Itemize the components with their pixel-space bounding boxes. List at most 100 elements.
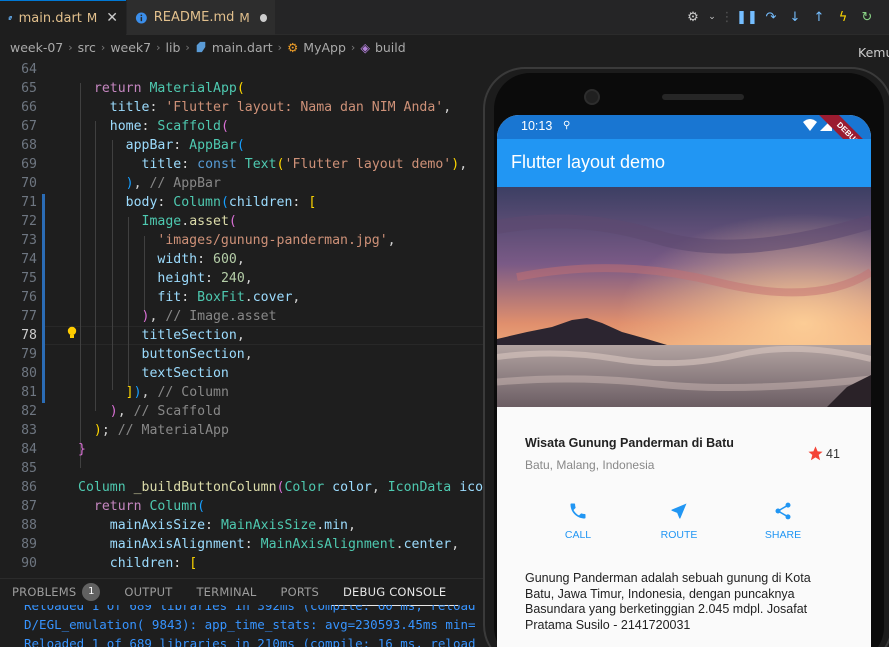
code-text: ); // MaterialApp <box>93 423 229 438</box>
tab-label: README.md <box>153 10 235 25</box>
pause-icon[interactable]: ❚❚ <box>735 6 759 28</box>
line-number: 84 <box>21 442 37 457</box>
code-text: ]), // Column <box>125 385 229 400</box>
line-number: 65 <box>21 81 37 96</box>
tab-ports[interactable]: PORTS <box>269 579 331 606</box>
chevron-right-icon: › <box>277 40 283 54</box>
star-icon[interactable] <box>807 445 824 462</box>
code-text: children: [ <box>109 556 198 571</box>
hot-reload-icon[interactable]: ϟ <box>831 6 855 28</box>
location-icon: ⚲ <box>563 120 571 131</box>
method-icon: ◈ <box>360 39 370 55</box>
line-number: 80 <box>21 366 37 381</box>
line-number: 85 <box>21 461 37 476</box>
app-bar-title: Flutter layout demo <box>511 152 666 172</box>
tab-label: OUTPUT <box>124 585 173 599</box>
code-text: buttonSection, <box>141 347 253 362</box>
star-count: 41 <box>826 447 840 461</box>
step-into-icon[interactable]: ↓ <box>783 6 807 28</box>
restart-icon[interactable]: ↻ <box>855 6 879 28</box>
breadcrumb: week-07 › src › week7 › lib › main.dart › ⚙ M… <box>0 36 800 58</box>
tab-main-dart[interactable]: main.dart M ✕ <box>0 0 126 35</box>
call-button[interactable]: CALL <box>548 501 608 541</box>
tab-label: TERMINAL <box>196 585 257 599</box>
speaker-grille <box>662 94 744 100</box>
tab-problems[interactable]: PROBLEMS 1 <box>0 579 112 606</box>
line-number: 78 <box>21 328 37 343</box>
tab-label: main.dart <box>18 10 82 26</box>
route-button[interactable]: ROUTE <box>649 501 709 541</box>
problems-count-badge: 1 <box>82 583 101 601</box>
line-number: 83 <box>21 423 37 438</box>
chevron-right-icon: › <box>350 40 356 54</box>
description-text: Gunung Panderman adalah sebuah gunung di… <box>525 571 811 632</box>
breadcrumb-item[interactable]: MyApp <box>303 40 346 55</box>
share-button[interactable]: SHARE <box>753 501 813 541</box>
wifi-icon <box>803 119 817 131</box>
code-text: title: const Text('Flutter layout demo')… <box>141 157 468 172</box>
drag-handle-icon[interactable]: ⋮ <box>719 6 735 28</box>
tab-readme[interactable]: README.md M <box>127 0 275 35</box>
button-label: CALL <box>564 529 592 541</box>
line-number: 67 <box>21 119 37 134</box>
line-number: 66 <box>21 100 37 115</box>
mountain-photo <box>497 187 871 407</box>
tab-debug-console[interactable]: DEBUG CONSOLE <box>331 579 459 606</box>
status-time: 10:13 <box>521 119 553 133</box>
step-out-icon[interactable]: ↑ <box>807 6 831 28</box>
code-text: fit: BoxFit.cover, <box>157 290 301 305</box>
line-number: 81 <box>21 385 37 400</box>
tab-terminal[interactable]: TERMINAL <box>184 579 268 606</box>
chevron-right-icon: › <box>68 40 73 54</box>
code-text: ), // AppBar <box>125 176 221 191</box>
code-text: } <box>78 442 86 457</box>
code-text: Image.asset( <box>141 214 237 229</box>
status-bar: 10:13 ⚲ DEBUG <box>497 115 871 171</box>
breadcrumb-item[interactable]: build <box>375 40 406 55</box>
editor-tab-bar: main.dart M ✕ README.md M ⚙ ⌄ ⋮ ❚❚ ↷ ↓ ↑… <box>0 0 889 35</box>
breadcrumb-item[interactable]: week7 <box>110 40 151 55</box>
line-number: 73 <box>21 233 37 248</box>
line-number: 76 <box>21 290 37 305</box>
phone-screen[interactable]: 10:13 ⚲ DEBUG Flutter layout demo Wisata… <box>497 115 871 647</box>
step-over-icon[interactable]: ↷ <box>759 6 783 28</box>
share-icon <box>775 502 791 520</box>
unsaved-dot-icon[interactable] <box>259 13 267 22</box>
class-icon: ⚙ <box>287 39 299 55</box>
button-label: ROUTE <box>660 529 698 541</box>
line-number: 79 <box>21 347 37 362</box>
code-text: appBar: AppBar( <box>125 138 245 153</box>
side-panel-label: Kemu <box>858 45 889 60</box>
code-text: return Column( <box>93 499 206 514</box>
breadcrumb-item[interactable]: week-07 <box>10 40 63 55</box>
debug-toolbar: ⚙ ⌄ ⋮ ❚❚ ↷ ↓ ↑ ϟ ↻ <box>681 6 879 28</box>
line-number: 64 <box>21 62 37 77</box>
breadcrumb-item[interactable]: main.dart <box>212 40 273 55</box>
place-name: Wisata Gunung Panderman di Batu <box>525 436 734 450</box>
line-number: 68 <box>21 138 37 153</box>
line-number: 75 <box>21 271 37 286</box>
line-number: 89 <box>21 537 37 552</box>
tab-output[interactable]: OUTPUT <box>112 579 184 606</box>
line-number: 72 <box>21 214 37 229</box>
tab-label: DEBUG CONSOLE <box>343 584 447 599</box>
line-number: 71 <box>21 195 37 210</box>
camera-icon <box>584 89 600 105</box>
line-number: 74 <box>21 252 37 267</box>
code-text: 'images/gunung-panderman.jpg', <box>157 233 396 248</box>
dart-icon <box>8 16 13 20</box>
breadcrumb-item[interactable]: src <box>78 40 96 55</box>
breadcrumb-item[interactable]: lib <box>166 40 181 55</box>
line-number: 77 <box>21 309 37 324</box>
title-section: Wisata Gunung Panderman di Batu Batu, Ma… <box>525 436 845 472</box>
debug-config-icon[interactable]: ⚙ <box>681 6 705 28</box>
chevron-down-icon[interactable]: ⌄ <box>705 6 719 28</box>
code-text: home: Scaffold( <box>109 119 229 134</box>
modified-indicator: M <box>239 10 250 25</box>
code-text: Column _buildButtonColumn(Color color, I… <box>78 480 499 495</box>
code-text: ), // Scaffold <box>109 404 221 419</box>
close-icon[interactable]: ✕ <box>106 10 118 26</box>
tab-label: PROBLEMS <box>12 585 77 599</box>
button-label: SHARE <box>764 529 802 541</box>
dart-icon <box>196 41 206 53</box>
